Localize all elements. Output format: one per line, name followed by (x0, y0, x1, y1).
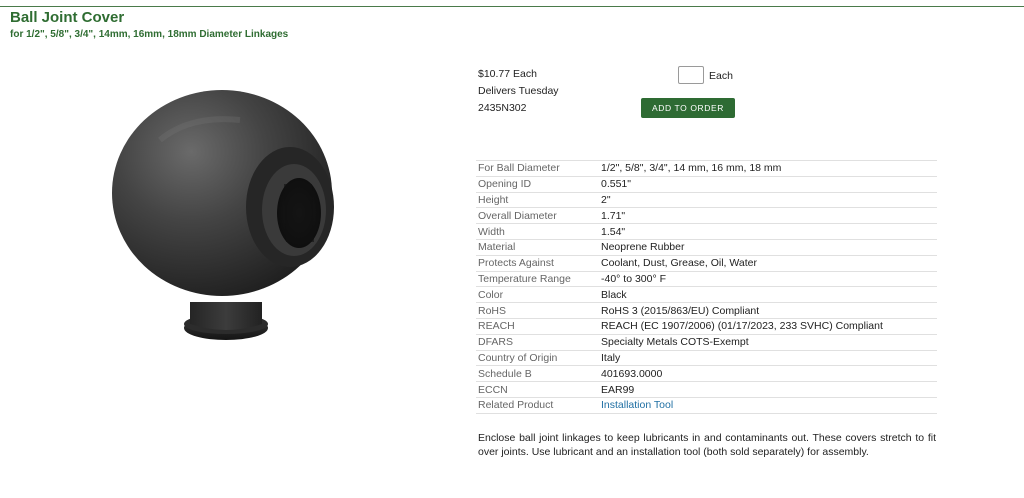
product-title: Ball Joint Cover (10, 9, 125, 26)
spec-value: 0.551" (599, 175, 937, 193)
product-image (100, 80, 360, 355)
spec-label: Opening ID (476, 175, 599, 193)
spec-label: Schedule B (476, 365, 599, 382)
spec-row: DFARS Specialty Metals COTS-Exempt (476, 333, 937, 351)
quantity-unit-label: Each (709, 70, 733, 82)
quantity-input[interactable] (678, 66, 704, 84)
product-subtitle: for 1/2", 5/8", 3/4", 14mm, 16mm, 18mm D… (10, 29, 289, 40)
ball-joint-cover-image (112, 90, 334, 340)
spec-value: 401693.0000 (599, 365, 937, 382)
spec-row: Country of Origin Italy (476, 349, 937, 366)
spec-row: Material Neoprene Rubber (476, 238, 937, 256)
delivery-date: Delivers Tuesday (478, 85, 559, 97)
spec-value: Italy (599, 349, 937, 366)
spec-row: Protects Against Coolant, Dust, Grease, O… (476, 254, 937, 272)
spec-value: REACH (EC 1907/2006) (01/17/2023, 233 SV… (599, 317, 937, 335)
spec-value: 1.71" (599, 207, 937, 224)
spec-label: REACH (476, 317, 599, 335)
spec-value: EAR99 (599, 381, 937, 398)
spec-label: Color (476, 286, 599, 303)
spec-label: Country of Origin (476, 349, 599, 366)
spec-value: Neoprene Rubber (599, 238, 937, 256)
spec-row: Schedule B 401693.0000 (476, 365, 937, 382)
spec-label: Material (476, 238, 599, 256)
spec-label: ECCN (476, 381, 599, 398)
spec-row: Related Product Installation Tool (476, 396, 937, 414)
spec-label: For Ball Diameter (476, 160, 599, 177)
spec-label: RoHS (476, 302, 599, 319)
specs-table: For Ball Diameter 1/2", 5/8", 3/4", 14 mm… (476, 160, 937, 414)
spec-row: Opening ID 0.551" (476, 175, 937, 193)
spec-label: Width (476, 223, 599, 240)
spec-label: Overall Diameter (476, 207, 599, 224)
spec-value: Black (599, 286, 937, 303)
part-number: 2435N302 (478, 102, 527, 114)
product-description: Enclose ball joint linkages to keep lubr… (478, 432, 936, 458)
spec-label: DFARS (476, 333, 599, 351)
spec-value: Specialty Metals COTS-Exempt (599, 333, 937, 351)
spec-value: Coolant, Dust, Grease, Oil, Water (599, 254, 937, 272)
spec-row: Color Black (476, 286, 937, 303)
related-product-link[interactable]: Installation Tool (599, 396, 937, 414)
spec-row: Width 1.54" (476, 223, 937, 240)
spec-value: 1/2", 5/8", 3/4", 14 mm, 16 mm, 18 mm (599, 160, 937, 177)
spec-row: Height 2" (476, 191, 937, 208)
top-divider (0, 6, 1024, 7)
spec-row: ECCN EAR99 (476, 381, 937, 398)
spec-row: RoHS RoHS 3 (2015/863/EU) Compliant (476, 302, 937, 319)
spec-value: -40° to 300° F (599, 270, 937, 287)
spec-value: 2" (599, 191, 937, 208)
spec-label: Height (476, 191, 599, 208)
spec-row: Overall Diameter 1.71" (476, 207, 937, 224)
spec-label: Temperature Range (476, 270, 599, 287)
add-to-order-button[interactable]: ADD TO ORDER (641, 98, 735, 118)
spec-value: 1.54" (599, 223, 937, 240)
spec-label: Related Product (476, 396, 599, 414)
spec-label: Protects Against (476, 254, 599, 272)
spec-row: REACH REACH (EC 1907/2006) (01/17/2023, 2… (476, 317, 937, 335)
price: $10.77 Each (478, 68, 537, 80)
spec-row: For Ball Diameter 1/2", 5/8", 3/4", 14 mm… (476, 160, 937, 177)
spec-value: RoHS 3 (2015/863/EU) Compliant (599, 302, 937, 319)
spec-row: Temperature Range -40° to 300° F (476, 270, 937, 287)
price-block: $10.77 Each Delivers Tuesday 2435N302 (478, 66, 559, 117)
